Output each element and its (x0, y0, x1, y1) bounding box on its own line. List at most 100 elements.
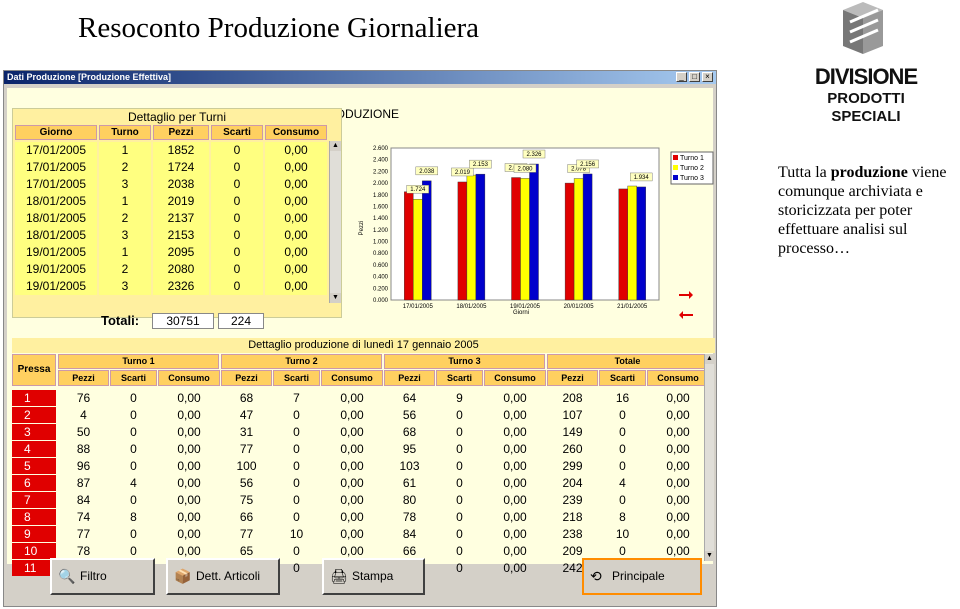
col-scarti[interactable]: Scarti (211, 125, 263, 140)
maximize-button[interactable]: □ (689, 72, 700, 82)
table-cell: 0 (456, 408, 463, 422)
chart-bar (413, 199, 423, 301)
table-cell: 0 (456, 425, 463, 439)
scroll-up-icon[interactable]: ▲ (330, 141, 341, 151)
shift-table-scrollbar[interactable]: ▲ ▼ (329, 141, 341, 303)
table-cell: 0,00 (340, 459, 364, 473)
subcol-header[interactable]: Consumo (158, 370, 220, 386)
table-row[interactable]: 2 4 0 0,00 47 0 0,00 56 0 0,00 107 0 0,00 (12, 407, 702, 423)
table-cell: 7 (293, 391, 300, 405)
production-chart: 0.000 0.200 0.400 0.600 0.800 1.000 1.200 1.400… (359, 146, 714, 316)
scroll-up-icon[interactable]: ▲ (705, 354, 714, 364)
scroll-down-icon[interactable]: ▼ (705, 551, 714, 561)
cell-turno: 1 (99, 244, 151, 261)
table-cell: 238 (562, 527, 583, 541)
table-row[interactable]: 7 84 0 0,00 75 0 0,00 80 0 0,00 239 0 0,00 (12, 492, 702, 508)
table-cell: 0,00 (666, 493, 690, 507)
table-row[interactable]: 10 78 0 0,00 65 0 0,00 66 0 0,00 209 0 0,00 (12, 543, 702, 559)
table-row[interactable]: 6 87 4 0,00 56 0 0,00 61 0 0,00 204 4 0,00 (12, 475, 702, 491)
scroll-down-icon[interactable]: ▼ (330, 293, 341, 303)
press-number: 7 (12, 492, 56, 508)
table-cell: 0 (293, 476, 300, 490)
table-cell: 0 (456, 476, 463, 490)
y-tick-label: 0.600 (373, 263, 389, 269)
col-pressa[interactable]: Pressa (12, 354, 56, 386)
chart-bar (511, 177, 521, 301)
table-cell: 75 (239, 493, 254, 507)
press-table-scrollbar[interactable]: ▲ ▼ (704, 354, 714, 561)
subcol-header[interactable]: Pezzi (547, 370, 598, 386)
group-header[interactable]: Totale (547, 354, 708, 369)
table-row[interactable]: 9 77 0 0,00 77 10 0,00 84 0 0,00 238 10 0,00 (12, 526, 702, 542)
table-cell: 0 (130, 527, 137, 541)
magnifier-icon: 🔍 (58, 568, 76, 584)
subcol-header[interactable]: Consumo (484, 370, 546, 386)
col-giorno[interactable]: Giorno (15, 125, 97, 140)
table-cell: 0 (293, 544, 300, 558)
cell-scarti: 0 (211, 193, 263, 210)
table-cell: 78 (402, 510, 417, 524)
group-header[interactable]: Turno 3 (384, 354, 545, 369)
table-cell: 0,00 (666, 408, 690, 422)
table-cell: 76 (76, 391, 91, 405)
boxes-icon: 📦 (174, 568, 192, 584)
subcol-header[interactable]: Pezzi (58, 370, 109, 386)
table-row[interactable]: 4 88 0 0,00 77 0 0,00 95 0 0,00 260 0 0,00 (12, 441, 702, 457)
chart-nav-arrows (679, 291, 693, 319)
table-row[interactable]: 3 50 0 0,00 31 0 0,00 68 0 0,00 149 0 0,00 (12, 424, 702, 440)
cell-scarti: 0 (211, 159, 263, 176)
table-cell: 66 (239, 510, 254, 524)
close-button[interactable]: × (702, 72, 713, 82)
subcol-header[interactable]: Pezzi (384, 370, 435, 386)
cell-scarti: 0 (211, 176, 263, 193)
chart-bar (475, 173, 486, 301)
table-cell: 0,00 (177, 442, 201, 456)
minimize-button[interactable]: _ (676, 72, 687, 82)
table-cell: 0,00 (503, 459, 527, 473)
y-tick-label: 1.000 (373, 240, 389, 246)
filtro-button[interactable]: 🔍 Filtro (50, 558, 155, 595)
chart-next-icon[interactable] (679, 291, 693, 299)
table-cell: 80 (402, 493, 417, 507)
subcol-header[interactable]: Scarti (436, 370, 483, 386)
cell-scarti: 0 (211, 278, 263, 295)
table-row[interactable]: 8 74 8 0,00 66 0 0,00 78 0 0,00 218 8 0,00 (12, 509, 702, 525)
cell-pezzi: 2137 (153, 210, 209, 227)
cell-scarti: 0 (211, 261, 263, 278)
group-header[interactable]: Turno 2 (221, 354, 382, 369)
table-cell: 8 (130, 510, 137, 524)
principale-button[interactable]: ⟲ Principale (582, 558, 702, 595)
col-turno[interactable]: Turno (99, 125, 151, 140)
table-row[interactable]: 1 76 0 0,00 68 7 0,00 64 9 0,00 208 16 0,00 (12, 390, 702, 406)
table-cell: 0,00 (503, 527, 527, 541)
group-header[interactable]: Turno 1 (58, 354, 219, 369)
table-cell: 0 (130, 425, 137, 439)
chart-prev-icon[interactable] (679, 311, 693, 319)
y-tick-label: 2.200 (373, 169, 389, 175)
legend-label: Turno 2 (680, 165, 704, 172)
table-cell: 0 (130, 442, 137, 456)
subcol-header[interactable]: Scarti (599, 370, 646, 386)
table-cell: 95 (402, 442, 417, 456)
subcol-header[interactable]: Pezzi (221, 370, 272, 386)
stampa-label: Stampa (352, 569, 394, 583)
chart-bar (404, 191, 414, 301)
col-pezzi[interactable]: Pezzi (153, 125, 209, 140)
table-cell: 0,00 (340, 442, 364, 456)
y-tick-label: 2.400 (373, 158, 389, 164)
table-cell: 100 (236, 459, 257, 473)
table-cell: 204 (562, 476, 583, 490)
table-row[interactable]: 5 96 0 0,00 100 0 0,00 103 0 0,00 299 0 0,00 (12, 458, 702, 474)
stampa-button[interactable]: 🖨 Stampa (322, 558, 425, 595)
col-consumo[interactable]: Consumo (265, 125, 327, 140)
table-cell: 0 (619, 408, 626, 422)
articoli-button[interactable]: 📦 Dett. Articoli (166, 558, 280, 595)
subcol-header[interactable]: Scarti (110, 370, 157, 386)
subcol-header[interactable]: Scarti (273, 370, 320, 386)
table-cell: 0 (130, 408, 137, 422)
subcol-header[interactable]: Consumo (321, 370, 383, 386)
subcol-header[interactable]: Consumo (647, 370, 709, 386)
cell-giorno: 19/01/2005 (15, 278, 97, 295)
table-cell: 4 (80, 408, 87, 422)
cell-consumo: 0,00 (265, 278, 327, 295)
